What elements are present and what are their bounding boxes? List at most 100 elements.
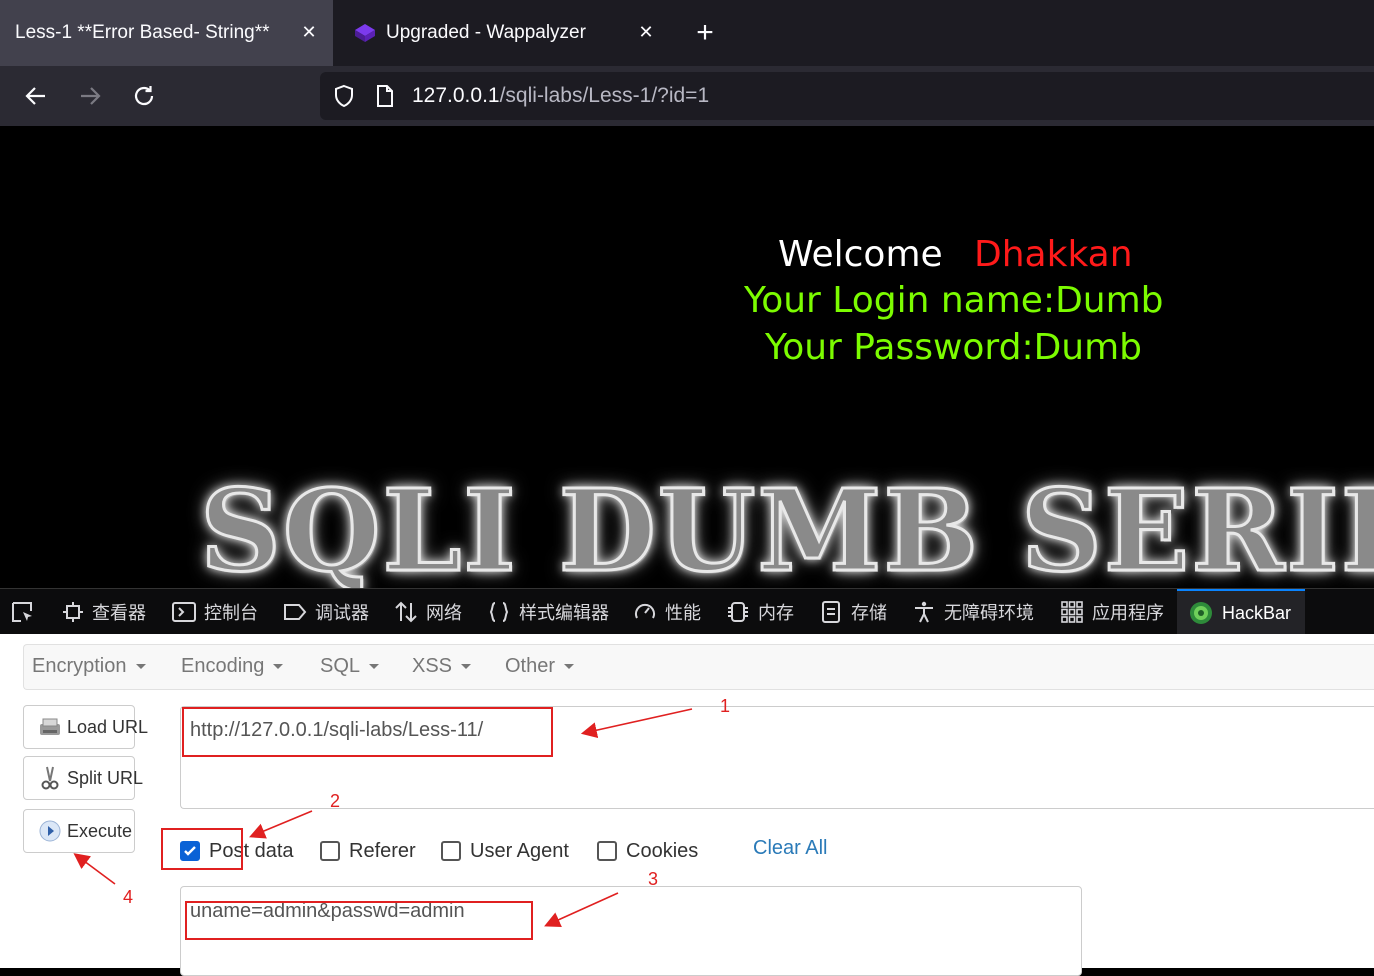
tab-label: 控制台 (204, 603, 258, 623)
close-tab-icon[interactable]: ✕ (299, 22, 319, 42)
tab-memory[interactable]: 内存 (726, 589, 794, 635)
accessibility-icon (915, 601, 933, 623)
option-label: Referer (349, 839, 416, 862)
button-label: Execute (67, 820, 133, 841)
reload-icon (134, 86, 154, 106)
tab-debugger[interactable]: 调试器 (283, 589, 369, 635)
checkbox-unchecked[interactable] (597, 841, 617, 861)
cookies-checkbox[interactable]: Cookies (597, 836, 698, 866)
hackbar-menu-bar: Encryption Encoding SQL XSS Other (23, 644, 1374, 690)
annotation-label-2: 2 (330, 791, 341, 811)
menu-other[interactable]: Other (505, 655, 575, 678)
tab-title: Upgraded - Wappalyzer (386, 22, 586, 43)
load-url-icon (40, 718, 60, 735)
reload-button[interactable] (128, 80, 160, 112)
address-path: /sqli-labs/Less-1/?id=1 (499, 84, 710, 107)
checkmark-icon (184, 846, 196, 856)
tab-hackbar[interactable]: HackBar (1177, 589, 1305, 635)
user-agent-checkbox[interactable]: User Agent (441, 836, 569, 866)
tab-console[interactable]: 控制台 (172, 589, 258, 635)
tab-less-1[interactable]: Less-1 **Error Based- String** ✕ (0, 0, 333, 66)
welcome-name: Dhakkan (974, 234, 1133, 275)
back-button[interactable] (20, 80, 52, 112)
address-bar[interactable]: 127.0.0.1/sqli-labs/Less-1/?id=1 (320, 72, 1374, 120)
option-label: Post data (209, 839, 294, 862)
scissors-icon (41, 766, 59, 790)
caret-down-icon (135, 664, 146, 669)
close-tab-icon[interactable]: ✕ (636, 22, 656, 42)
element-picker-icon (12, 602, 32, 622)
post-data-value[interactable]: uname=admin&passwd=admin (190, 900, 465, 923)
style-editor-icon (489, 602, 509, 622)
hackbar-panel: Encryption Encoding SQL XSS Other Load U… (0, 634, 1374, 976)
tab-label: 内存 (758, 603, 794, 623)
page-icon[interactable] (374, 84, 396, 108)
checkbox-checked[interactable] (180, 841, 200, 861)
checkbox-unchecked[interactable] (320, 841, 340, 861)
execute-button[interactable]: Execute (23, 809, 135, 853)
application-icon (1061, 601, 1083, 623)
post-data-textarea[interactable]: uname=admin&passwd=admin (180, 886, 1082, 976)
performance-icon (635, 603, 655, 619)
url-textarea[interactable]: http://127.0.0.1/sqli-labs/Less-11/ (180, 706, 1374, 809)
menu-label: SQL (320, 655, 361, 677)
tab-wappalyzer[interactable]: Upgraded - Wappalyzer ✕ (340, 0, 670, 66)
storage-icon (822, 601, 840, 623)
tab-application[interactable]: 应用程序 (1060, 589, 1164, 635)
tab-label: 应用程序 (1092, 603, 1164, 623)
menu-xss[interactable]: XSS (412, 655, 472, 678)
tab-accessibility[interactable]: 无障碍环境 (912, 589, 1034, 635)
memory-icon (728, 602, 748, 622)
tab-storage[interactable]: 存储 (819, 589, 887, 635)
caret-down-icon (461, 664, 472, 669)
clear-all-link[interactable]: Clear All (753, 837, 827, 860)
tab-label: HackBar (1222, 602, 1292, 623)
forward-button[interactable] (74, 80, 106, 112)
address-host: 127.0.0.1 (412, 84, 500, 107)
checkbox-unchecked[interactable] (441, 841, 461, 861)
web-page-content: Welcome Dhakkan Your Login name:Dumb You… (0, 126, 1374, 588)
menu-encoding[interactable]: Encoding (181, 655, 284, 678)
post-data-checkbox[interactable]: Post data (180, 836, 294, 866)
arrow-right-icon (81, 87, 101, 105)
url-value[interactable]: http://127.0.0.1/sqli-labs/Less-11/ (190, 719, 483, 742)
referer-checkbox[interactable]: Referer (320, 836, 416, 866)
menu-label: Other (505, 655, 556, 677)
tab-label: 性能 (665, 603, 701, 623)
play-icon (39, 820, 61, 842)
debugger-icon (284, 604, 307, 620)
split-url-button[interactable]: Split URL (23, 756, 143, 800)
menu-sql[interactable]: SQL (320, 655, 380, 678)
tab-title: Less-1 **Error Based- String** (15, 22, 270, 43)
arrow-left-icon (25, 87, 45, 105)
tab-label: 查看器 (92, 603, 146, 623)
load-url-button[interactable]: Load URL (23, 705, 148, 749)
tab-network[interactable]: 网络 (394, 589, 462, 635)
tab-inspector[interactable]: 查看器 (62, 589, 146, 635)
address-text[interactable]: 127.0.0.1/sqli-labs/Less-1/?id=1 (412, 84, 709, 108)
button-label: Load URL (67, 716, 149, 737)
annotation-label-4: 4 (123, 887, 134, 907)
devtools-toolbar: 查看器 控制台 调试器 网络 样式编辑器 性能 内存 存储 无障碍环境 应用程序… (0, 588, 1374, 635)
caret-down-icon (273, 664, 284, 669)
tab-label: 样式编辑器 (519, 603, 609, 623)
welcome-label: Welcome (778, 234, 943, 275)
tab-style-editor[interactable]: 样式编辑器 (487, 589, 609, 635)
new-tab-button[interactable]: + (690, 16, 720, 50)
option-label: Cookies (626, 839, 699, 862)
menu-label: XSS (412, 655, 453, 677)
tab-performance[interactable]: 性能 (633, 589, 701, 635)
menu-label: Encryption (32, 655, 127, 677)
inspector-icon (63, 602, 83, 622)
hackbar-icon (1190, 602, 1212, 624)
annotation-label-1: 1 (720, 696, 731, 716)
button-label: Split URL (67, 767, 144, 788)
password-line: Your Password:Dumb (765, 327, 1143, 368)
shield-icon[interactable] (332, 84, 356, 108)
menu-encryption[interactable]: Encryption (32, 655, 146, 678)
tab-label: 网络 (426, 603, 462, 623)
caret-down-icon (564, 664, 575, 669)
annotation-label-3: 3 (648, 869, 659, 889)
element-picker-button[interactable] (10, 589, 44, 635)
console-icon (172, 602, 196, 622)
